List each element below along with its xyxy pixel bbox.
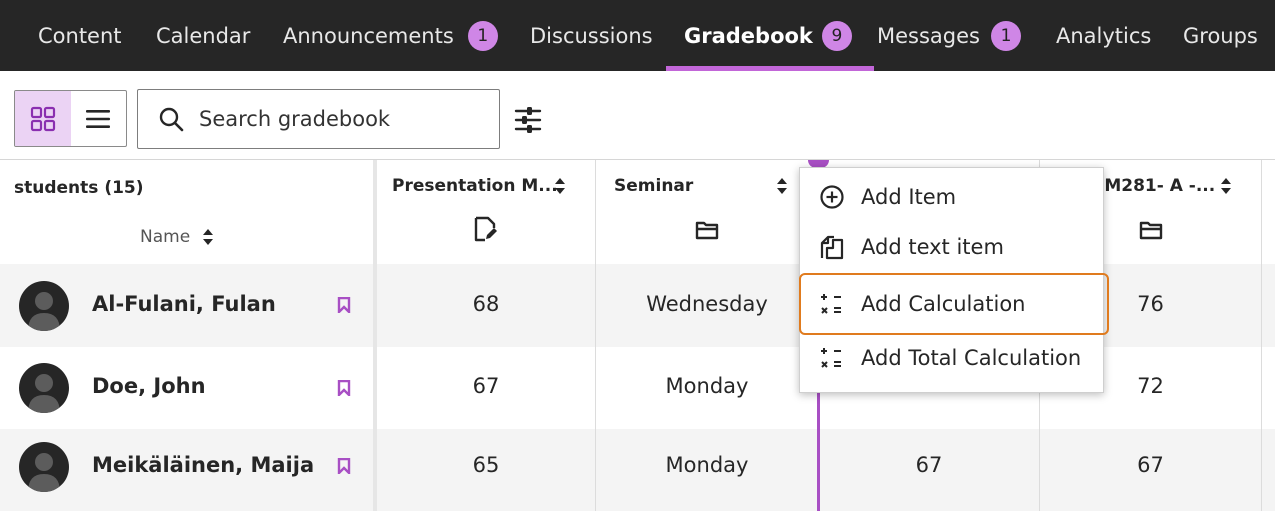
- calculation-icon: [821, 294, 841, 314]
- search-gradebook-input[interactable]: Search gradebook: [137, 89, 500, 149]
- sort-icon: [203, 229, 214, 245]
- column-title: Presentation M...: [392, 176, 558, 196]
- students-header: students (15) Name: [0, 160, 373, 264]
- student-name[interactable]: Doe, John: [92, 374, 206, 398]
- search-placeholder: Search gradebook: [199, 107, 391, 131]
- total-calculation-icon: [821, 348, 841, 368]
- grid-icon: [30, 106, 55, 131]
- grade-cell[interactable]: Monday: [596, 374, 818, 398]
- folder-icon: [695, 221, 719, 240]
- bookmark-icon[interactable]: [337, 297, 351, 313]
- tab-gradebook[interactable]: Gradebook 9: [666, 0, 874, 71]
- tab-messages[interactable]: Messages 1: [877, 0, 1021, 71]
- tab-label: Gradebook: [684, 23, 813, 48]
- grid-view-button[interactable]: [15, 91, 71, 146]
- grade-cell[interactable]: 67: [1040, 453, 1261, 477]
- tab-label: Announcements: [283, 23, 454, 48]
- folder-icon: [1139, 221, 1163, 240]
- sort-icon[interactable]: [554, 177, 566, 195]
- avatar: [19, 281, 69, 331]
- tab-content[interactable]: Content: [38, 0, 122, 71]
- tab-announcements[interactable]: Announcements 1: [283, 0, 498, 71]
- course-top-nav: Content Calendar Announcements 1 Discussi…: [0, 0, 1275, 71]
- add-column-menu: Add Item Add text item Add Calculation A…: [799, 167, 1109, 393]
- menu-item-label: Add text item: [861, 235, 1004, 259]
- student-name[interactable]: Al-Fulani, Fulan: [92, 292, 276, 316]
- tab-label: Messages: [877, 23, 980, 48]
- grade-cell[interactable]: Wednesday: [596, 292, 818, 316]
- grade-cell[interactable]: 67: [820, 453, 1038, 477]
- column-divider: [1261, 160, 1262, 511]
- notification-badge: 1: [467, 20, 498, 51]
- view-toggle: [14, 90, 127, 147]
- menu-item-add-total-calculation[interactable]: Add Total Calculation: [800, 333, 1103, 383]
- column-title: Seminar: [614, 176, 694, 196]
- notification-badge: 9: [821, 20, 852, 51]
- add-circle-icon: [820, 185, 844, 209]
- bookmark-icon[interactable]: [337, 380, 351, 396]
- list-view-button[interactable]: [71, 91, 127, 146]
- tab-groups[interactable]: Groups: [1183, 0, 1258, 71]
- tab-label: Discussions: [530, 23, 653, 48]
- menu-item-label: Add Total Calculation: [861, 346, 1082, 370]
- avatar: [19, 442, 69, 492]
- menu-item-add-text-item[interactable]: Add text item: [800, 222, 1103, 272]
- avatar: [19, 363, 69, 413]
- tab-label: Groups: [1183, 23, 1258, 48]
- list-icon: [86, 109, 111, 128]
- menu-item-label: Add Item: [861, 185, 957, 209]
- tab-label: Content: [38, 23, 122, 48]
- sort-icon[interactable]: [776, 177, 788, 195]
- grade-cell[interactable]: 68: [377, 292, 595, 316]
- name-sort-button[interactable]: Name: [140, 227, 214, 247]
- tab-label: Analytics: [1056, 23, 1152, 48]
- menu-item-add-item[interactable]: Add Item: [800, 172, 1103, 222]
- notification-badge: 1: [990, 20, 1021, 51]
- text-item-icon: [820, 235, 844, 260]
- column-title: IM281- A -...: [1098, 176, 1216, 196]
- menu-item-add-calculation[interactable]: Add Calculation: [799, 273, 1109, 335]
- sort-icon[interactable]: [1220, 177, 1232, 195]
- grade-cell[interactable]: 65: [377, 453, 595, 477]
- tab-calendar[interactable]: Calendar: [156, 0, 250, 71]
- tab-discussions[interactable]: Discussions: [530, 0, 653, 71]
- column-header-presentation[interactable]: Presentation M...: [377, 160, 595, 264]
- grade-cell[interactable]: 67: [377, 374, 595, 398]
- name-sort-label: Name: [140, 227, 191, 247]
- filter-sliders-icon[interactable]: [513, 105, 543, 135]
- tab-analytics[interactable]: Analytics: [1056, 0, 1151, 71]
- bookmark-icon[interactable]: [337, 458, 351, 474]
- tab-label: Calendar: [156, 23, 251, 48]
- edit-document-icon: [474, 216, 497, 242]
- column-header-seminar[interactable]: Seminar: [596, 160, 816, 264]
- grade-cell[interactable]: Monday: [596, 453, 818, 477]
- menu-item-label: Add Calculation: [861, 292, 1026, 316]
- student-name[interactable]: Meikäläinen, Maija: [92, 453, 314, 477]
- students-count-label: students (15): [14, 178, 144, 198]
- search-icon: [159, 107, 184, 132]
